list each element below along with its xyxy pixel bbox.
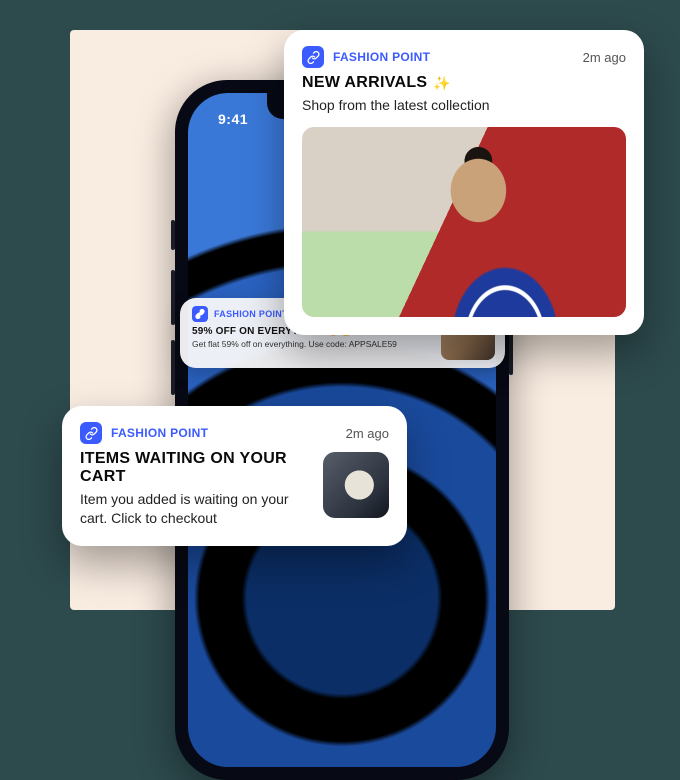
status-time: 9:41 (218, 111, 248, 127)
time-ago: 2m ago (583, 50, 626, 65)
phone-side-button (171, 220, 175, 250)
app-name: FASHION POINT (111, 426, 208, 440)
notification-message: Shop from the latest collection (302, 96, 626, 115)
notification-title: NEW ARRIVALS ✨ (302, 74, 626, 92)
sparkle-icon: ✨ (433, 75, 451, 92)
phone-side-button (171, 270, 175, 325)
notification-message: Item you added is waiting on your cart. … (80, 490, 309, 528)
app-icon (302, 46, 324, 68)
app-name: FASHION POINT (333, 50, 430, 64)
notification-thumbnail (323, 452, 389, 518)
phone-side-button (171, 340, 175, 395)
notification-card-cart[interactable]: FASHION POINT 2m ago ITEMS WAITING ON YO… (62, 406, 407, 546)
notification-message: Get flat 59% off on everything. Use code… (192, 339, 433, 349)
time-ago: 2m ago (346, 426, 389, 441)
notification-title: ITEMS WAITING ON YOUR CART (80, 450, 309, 486)
app-icon (192, 306, 208, 322)
notification-card-new-arrivals[interactable]: FASHION POINT 2m ago NEW ARRIVALS ✨ Shop… (284, 30, 644, 335)
app-icon (80, 422, 102, 444)
app-name: FASHION POINT (214, 309, 288, 319)
notification-hero-image (302, 127, 626, 317)
